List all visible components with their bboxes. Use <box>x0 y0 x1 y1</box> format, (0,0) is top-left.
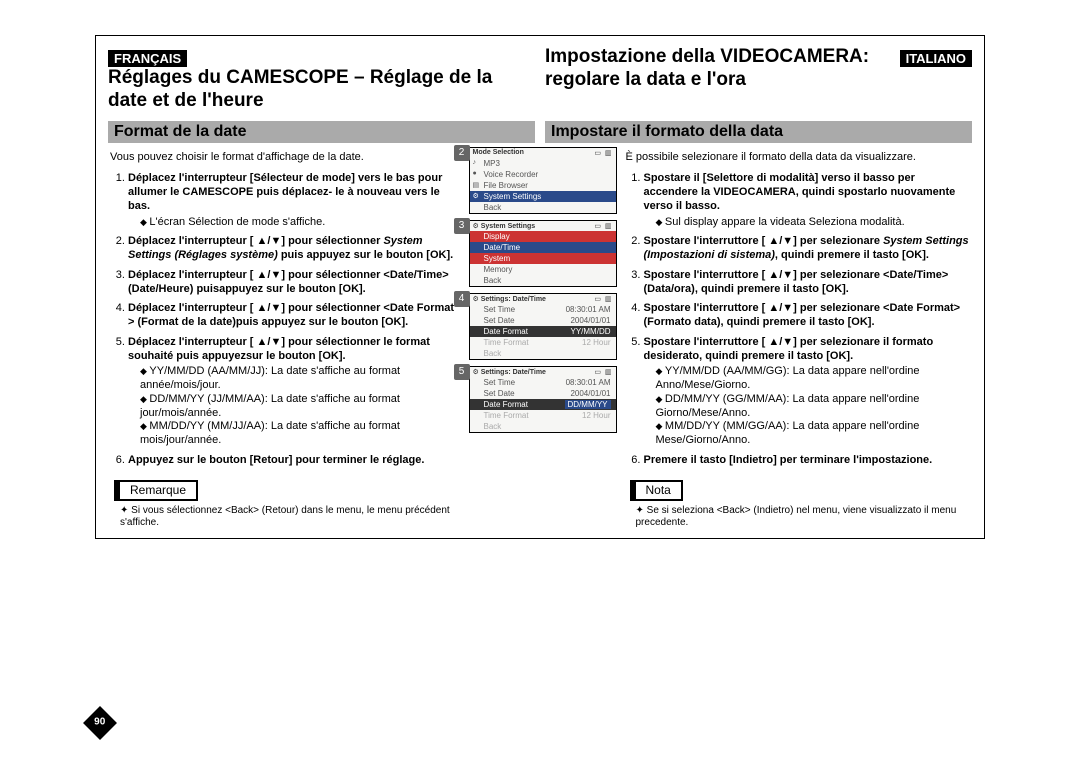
manual-page: FRANÇAIS Réglages du CAMESCOPE – Réglage… <box>95 35 985 539</box>
note-fr: Si vous sélectionnez <Back> (Retour) dan… <box>120 505 457 530</box>
note-it: Se si seleziona <Back> (Indietro) nel me… <box>636 505 973 530</box>
page-number-badge: 90 <box>83 706 117 740</box>
screen-2: Mode Selection▭ ▥ ♪MP3 ●Voice Recorder ▤… <box>469 147 617 214</box>
screenshots-column: 2 Mode Selection▭ ▥ ♪MP3 ●Voice Recorder… <box>463 147 618 530</box>
title-fr: Réglages du CAMESCOPE – Réglage de la da… <box>108 67 535 113</box>
column-fr: Vous pouvez choisir le format d'affichag… <box>108 147 457 530</box>
lang-badge-fr: FRANÇAIS <box>108 50 187 67</box>
screen-4: ⚙ Settings: Date/Time▭ ▥ Set Time08:30:0… <box>469 293 617 360</box>
intro-it: È possibile selezionare il formato della… <box>626 151 973 165</box>
column-it: È possibile selezionare il formato della… <box>624 147 973 530</box>
section-fr: Format de la date <box>108 121 535 143</box>
screen-3: ⚙ System Settings▭ ▥ Display Date/Time S… <box>469 220 617 287</box>
note-label-fr: Remarque <box>114 480 198 501</box>
lang-badge-it: ITALIANO <box>900 50 972 67</box>
header-row: FRANÇAIS Réglages du CAMESCOPE – Réglage… <box>108 46 972 119</box>
screen-5: ⚙ Settings: Date/Time▭ ▥ Set Time08:30:0… <box>469 366 617 433</box>
step-bubble-5: 5 <box>454 364 470 380</box>
step-bubble-3: 3 <box>454 218 470 234</box>
step-bubble-4: 4 <box>454 291 470 307</box>
section-it: Impostare il formato della data <box>545 121 972 143</box>
steps-it: Spostare il [Selettore di modalità] vers… <box>644 172 973 467</box>
steps-fr: Déplacez l'interrupteur [Sélecteur de mo… <box>128 172 457 467</box>
intro-fr: Vous pouvez choisir le format d'affichag… <box>110 151 457 165</box>
note-label-it: Nota <box>630 480 683 501</box>
step-bubble-2: 2 <box>454 145 470 161</box>
